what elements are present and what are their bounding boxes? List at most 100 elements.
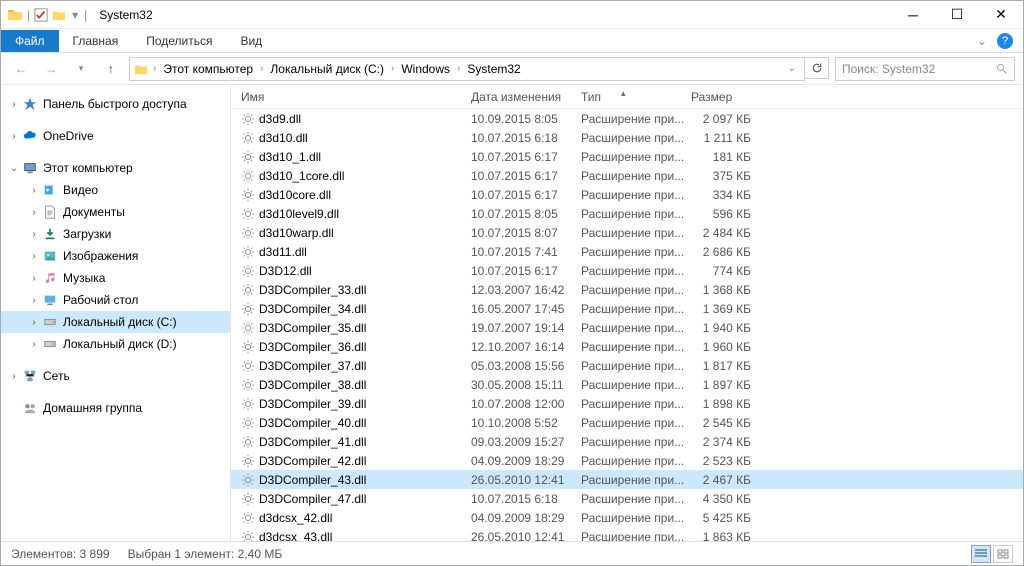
- video-icon: [43, 183, 57, 197]
- tree-item-desktop[interactable]: ›Рабочий стол: [1, 289, 230, 311]
- tree-item-video[interactable]: ›Видео: [1, 179, 230, 201]
- tree-network[interactable]: › Сеть: [1, 365, 230, 387]
- file-size: 1 863 КБ: [691, 530, 761, 542]
- file-name: D3DCompiler_41.dll: [259, 435, 366, 449]
- file-row[interactable]: d3dcsx_42.dll04.09.2009 18:29Расширение …: [231, 508, 1023, 527]
- nav-forward-button[interactable]: →: [39, 57, 63, 81]
- ribbon-tab-view[interactable]: Вид: [226, 30, 276, 52]
- file-row[interactable]: D3DCompiler_36.dll12.10.2007 16:14Расшир…: [231, 337, 1023, 356]
- nav-recent-dropdown[interactable]: ▾: [69, 57, 93, 81]
- quick-access-checked-icon[interactable]: [34, 8, 48, 22]
- file-type: Расширение при...: [581, 112, 691, 126]
- close-button[interactable]: ✕: [979, 1, 1023, 29]
- file-row[interactable]: D3DCompiler_39.dll10.07.2008 12:00Расшир…: [231, 394, 1023, 413]
- file-row[interactable]: D3DCompiler_33.dll12.03.2007 16:42Расшир…: [231, 280, 1023, 299]
- help-icon[interactable]: ?: [997, 33, 1013, 49]
- column-type[interactable]: Тип▴: [581, 90, 691, 104]
- file-row[interactable]: D3DCompiler_43.dll26.05.2010 12:41Расшир…: [231, 470, 1023, 489]
- tree-this-pc[interactable]: ⌄ Этот компьютер: [1, 157, 230, 179]
- file-date: 04.09.2009 18:29: [471, 454, 581, 468]
- breadcrumb-segment[interactable]: Windows: [399, 62, 452, 76]
- file-name: d3d11.dll: [259, 245, 307, 259]
- chevron-down-icon[interactable]: ⌄: [7, 163, 21, 174]
- dropdown-indicator[interactable]: ▾: [70, 8, 80, 22]
- file-row[interactable]: d3dcsx_43.dll26.05.2010 12:41Расширение …: [231, 527, 1023, 541]
- file-row[interactable]: D3DCompiler_47.dll10.07.2015 6:18Расшире…: [231, 489, 1023, 508]
- chevron-right-icon[interactable]: ›: [7, 131, 21, 142]
- refresh-button[interactable]: [805, 57, 829, 79]
- file-type: Расширение при...: [581, 359, 691, 373]
- file-row[interactable]: d3d10level9.dll10.07.2015 8:05Расширение…: [231, 204, 1023, 223]
- chevron-right-icon[interactable]: ›: [150, 63, 159, 74]
- breadcrumb[interactable]: › Этот компьютер › Локальный диск (C:) ›…: [129, 57, 805, 81]
- maximize-button[interactable]: ☐: [935, 1, 979, 29]
- chevron-right-icon[interactable]: ›: [27, 295, 41, 306]
- chevron-right-icon[interactable]: ›: [27, 273, 41, 284]
- file-row[interactable]: D3DCompiler_35.dll19.07.2007 19:14Расшир…: [231, 318, 1023, 337]
- chevron-right-icon[interactable]: ›: [7, 371, 21, 382]
- chevron-right-icon[interactable]: ›: [27, 185, 41, 196]
- ribbon-tab-share[interactable]: Поделиться: [132, 30, 226, 52]
- chevron-right-icon[interactable]: ›: [27, 317, 41, 328]
- chevron-right-icon[interactable]: ›: [7, 99, 21, 110]
- chevron-right-icon[interactable]: ›: [388, 63, 397, 74]
- quick-access-folder-icon[interactable]: [52, 8, 66, 22]
- file-row[interactable]: d3d10_1.dll10.07.2015 6:17Расширение при…: [231, 147, 1023, 166]
- file-row[interactable]: D3DCompiler_38.dll30.05.2008 15:11Расшир…: [231, 375, 1023, 394]
- chevron-right-icon[interactable]: ›: [27, 339, 41, 350]
- file-row[interactable]: d3d10core.dll10.07.2015 6:17Расширение п…: [231, 185, 1023, 204]
- chevron-right-icon[interactable]: ›: [27, 207, 41, 218]
- file-row[interactable]: d3d10_1core.dll10.07.2015 6:17Расширение…: [231, 166, 1023, 185]
- tree-onedrive[interactable]: › OneDrive: [1, 125, 230, 147]
- tree-item-drive[interactable]: ›Локальный диск (C:): [1, 311, 230, 333]
- chevron-right-icon[interactable]: ›: [454, 63, 463, 74]
- column-size[interactable]: Размер: [691, 90, 761, 104]
- view-icons-button[interactable]: [993, 545, 1013, 563]
- breadcrumb-dropdown[interactable]: ⌄: [788, 63, 800, 74]
- file-name: D3DCompiler_42.dll: [259, 454, 366, 468]
- file-list[interactable]: d3d9.dll10.09.2015 8:05Расширение при...…: [231, 109, 1023, 541]
- breadcrumb-segment[interactable]: Этот компьютер: [161, 62, 255, 76]
- file-row[interactable]: D3DCompiler_41.dll09.03.2009 15:27Расшир…: [231, 432, 1023, 451]
- file-row[interactable]: D3DCompiler_34.dll16.05.2007 17:45Расшир…: [231, 299, 1023, 318]
- file-size: 1 368 КБ: [691, 283, 761, 297]
- file-row[interactable]: d3d11.dll10.07.2015 7:41Расширение при..…: [231, 242, 1023, 261]
- file-row[interactable]: D3DCompiler_40.dll10.10.2008 5:52Расшире…: [231, 413, 1023, 432]
- search-input[interactable]: Поиск: System32: [835, 57, 1015, 81]
- breadcrumb-segment[interactable]: Локальный диск (C:): [268, 62, 386, 76]
- chevron-right-icon[interactable]: ›: [27, 251, 41, 262]
- file-row[interactable]: D3D12.dll10.07.2015 6:17Расширение при..…: [231, 261, 1023, 280]
- nav-up-button[interactable]: ↑: [99, 57, 123, 81]
- tree-item-image[interactable]: ›Изображения: [1, 245, 230, 267]
- nav-back-button[interactable]: ←: [9, 57, 33, 81]
- minimize-button[interactable]: ─: [891, 1, 935, 29]
- view-details-button[interactable]: [971, 545, 991, 563]
- dll-icon: [241, 530, 255, 542]
- chevron-right-icon[interactable]: ›: [257, 63, 266, 74]
- ribbon-expand-icon[interactable]: ⌄: [977, 34, 987, 48]
- file-row[interactable]: D3DCompiler_37.dll05.03.2008 15:56Расшир…: [231, 356, 1023, 375]
- file-type: Расширение при...: [581, 264, 691, 278]
- tree-homegroup[interactable]: Домашняя группа: [1, 397, 230, 419]
- file-row[interactable]: d3d10.dll10.07.2015 6:18Расширение при..…: [231, 128, 1023, 147]
- tree-label: Загрузки: [63, 227, 111, 241]
- tree-quick-access[interactable]: › Панель быстрого доступа: [1, 93, 230, 115]
- column-name[interactable]: Имя: [241, 90, 471, 104]
- ribbon-tab-file[interactable]: Файл: [1, 30, 59, 52]
- tree-item-download[interactable]: › Загрузки: [1, 223, 230, 245]
- tree-item-music[interactable]: ›Музыка: [1, 267, 230, 289]
- file-name: D3DCompiler_33.dll: [259, 283, 366, 297]
- file-row[interactable]: d3d9.dll10.09.2015 8:05Расширение при...…: [231, 109, 1023, 128]
- column-date[interactable]: Дата изменения: [471, 90, 581, 104]
- chevron-right-icon[interactable]: ›: [27, 229, 41, 240]
- tree-item-drive[interactable]: ›Локальный диск (D:): [1, 333, 230, 355]
- ribbon-tab-home[interactable]: Главная: [59, 30, 133, 52]
- window-title: System32: [99, 8, 152, 22]
- file-row[interactable]: d3d10warp.dll10.07.2015 8:07Расширение п…: [231, 223, 1023, 242]
- tree-item-doc[interactable]: ›Документы: [1, 201, 230, 223]
- dll-icon: [241, 245, 255, 259]
- file-row[interactable]: D3DCompiler_42.dll04.09.2009 18:29Расшир…: [231, 451, 1023, 470]
- file-size: 774 КБ: [691, 264, 761, 278]
- file-date: 12.03.2007 16:42: [471, 283, 581, 297]
- breadcrumb-segment[interactable]: System32: [465, 62, 522, 76]
